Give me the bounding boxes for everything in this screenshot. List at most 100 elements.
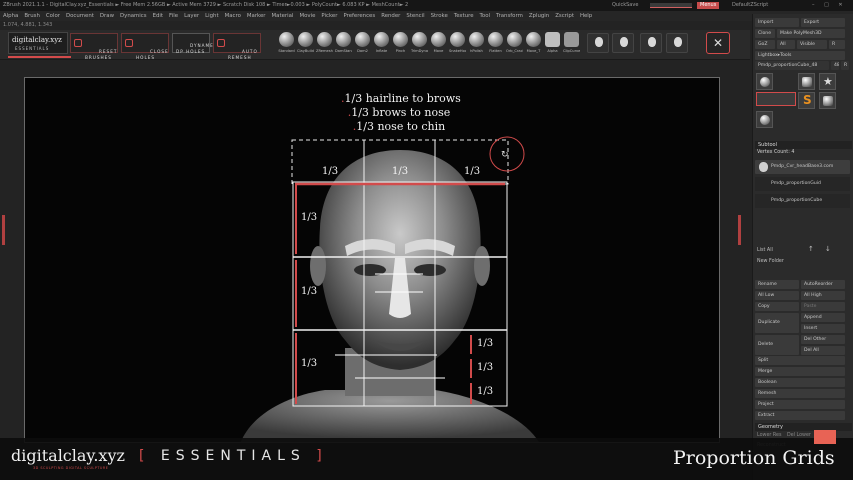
- brush-standard[interactable]: Standard: [278, 32, 295, 53]
- window-controls[interactable]: – □ ✕: [812, 0, 847, 11]
- goz-button[interactable]: GoZ: [755, 40, 775, 49]
- subtool-item-proportioncube[interactable]: Pmdp_proportionCube: [755, 194, 850, 208]
- menu-file[interactable]: File: [166, 11, 181, 21]
- visible-button[interactable]: Visible: [797, 40, 827, 49]
- r-button[interactable]: R: [829, 40, 845, 49]
- head-tool-button-1[interactable]: [587, 33, 609, 53]
- menu-render[interactable]: Render: [378, 11, 403, 21]
- brush-pinch[interactable]: Pinch: [392, 32, 409, 53]
- head-tool-button-2[interactable]: [612, 33, 634, 53]
- menu-tool[interactable]: Tool: [477, 11, 493, 21]
- extract-button[interactable]: Extract: [755, 411, 845, 420]
- menu-stroke[interactable]: Stroke: [428, 11, 451, 21]
- new-folder-button[interactable]: New Folder: [757, 259, 784, 264]
- right-tray-tab[interactable]: [738, 215, 741, 245]
- menu-document[interactable]: Document: [63, 11, 97, 21]
- duplicate-button[interactable]: Duplicate: [755, 313, 799, 333]
- tool-thumb-gauge[interactable]: [756, 111, 773, 128]
- brush-inflate[interactable]: Inflate: [373, 32, 390, 53]
- brush-claybuildup[interactable]: ClayBuildup: [297, 32, 314, 53]
- autoreorder-button[interactable]: AutoReorder: [801, 280, 845, 289]
- see-through-slider[interactable]: [650, 3, 692, 8]
- brush-alpha[interactable]: Alpha: [544, 32, 561, 53]
- rename-button[interactable]: Rename: [755, 280, 799, 289]
- menu-alpha[interactable]: Alpha: [0, 11, 21, 21]
- subtool-header[interactable]: Subtool: [755, 141, 852, 149]
- geometry-header[interactable]: Geometry: [755, 423, 852, 431]
- default-zscript-button[interactable]: DefaultZScript: [732, 0, 768, 11]
- quicksave-button[interactable]: QuickSave: [612, 0, 638, 11]
- brush-flatten[interactable]: Flatten: [487, 32, 504, 53]
- brush-trimdynamic[interactable]: TrimDynamic: [411, 32, 428, 53]
- lightbox-tools-button[interactable]: Lightbox▸Tools: [755, 51, 845, 60]
- append-button[interactable]: Append: [801, 313, 845, 322]
- menu-layer[interactable]: Layer: [181, 11, 202, 21]
- merge-button[interactable]: Merge: [755, 367, 845, 376]
- menu-help[interactable]: Help: [577, 11, 595, 21]
- head-tool-button-3[interactable]: [640, 33, 662, 53]
- tool-thumb-simplebrush[interactable]: S: [798, 92, 815, 109]
- split-button[interactable]: Split: [755, 356, 845, 365]
- brush-move-t[interactable]: Move_T: [525, 32, 542, 53]
- brush-damstandard[interactable]: DamStandard: [335, 32, 352, 53]
- left-tray-tab[interactable]: [2, 215, 5, 245]
- menu-draw[interactable]: Draw: [97, 11, 117, 21]
- import-button[interactable]: Import: [755, 18, 799, 27]
- brush-zremesherguides[interactable]: ZRemesherGuides: [316, 32, 333, 53]
- brush-clipcurve[interactable]: ClipCurve: [563, 32, 580, 53]
- tool-thumb-selected[interactable]: [756, 92, 796, 106]
- tool-thumb-star[interactable]: ★: [819, 73, 836, 90]
- clone-button[interactable]: Clone: [755, 29, 775, 38]
- menu-edit[interactable]: Edit: [150, 11, 166, 21]
- export-button[interactable]: Export: [801, 18, 845, 27]
- menu-texture[interactable]: Texture: [451, 11, 477, 21]
- project-button[interactable]: Project: [755, 400, 845, 409]
- reset-brushes-button[interactable]: RESET BRUSHES: [70, 33, 118, 60]
- all-button[interactable]: All: [777, 40, 795, 49]
- menu-brush[interactable]: Brush: [21, 11, 43, 21]
- make-polymesh-button[interactable]: Make PolyMesh3D: [777, 29, 845, 38]
- menu-zscript[interactable]: Zscript: [552, 11, 577, 21]
- all-high-button[interactable]: All High: [801, 291, 845, 300]
- menu-preferences[interactable]: Preferences: [340, 11, 378, 21]
- menu-color[interactable]: Color: [43, 11, 63, 21]
- copy-button[interactable]: Copy: [755, 302, 799, 311]
- all-low-button[interactable]: All Low: [755, 291, 799, 300]
- tool-thumb-polymesh3d[interactable]: [798, 73, 815, 90]
- menu-material[interactable]: Material: [269, 11, 297, 21]
- auto-remesh-button[interactable]: AUTO REMESH: [213, 33, 261, 60]
- menu-macro[interactable]: Macro: [222, 11, 244, 21]
- rotate-icon[interactable]: ↻: [501, 150, 509, 160]
- close-holes-button[interactable]: CLOSE HOLES: [121, 33, 169, 60]
- menu-stencil[interactable]: Stencil: [403, 11, 427, 21]
- menu-marker[interactable]: Marker: [244, 11, 269, 21]
- del-all-button[interactable]: Del All: [801, 346, 845, 355]
- subtool-item-proportionguid[interactable]: Pmdp_proportionGuid: [755, 177, 850, 191]
- paste-button[interactable]: Paste: [801, 302, 845, 311]
- brush-snakehook[interactable]: SnakeHook: [449, 32, 466, 53]
- menu-light[interactable]: Light: [202, 11, 221, 21]
- head-tool-button-4[interactable]: [666, 33, 688, 53]
- brush-dam2[interactable]: Dam2: [354, 32, 371, 53]
- menu-dynamics[interactable]: Dynamics: [117, 11, 150, 21]
- canvas-viewport[interactable]: ↻ 1/3 hairline to brows 1/3 brows to nos…: [24, 77, 720, 443]
- menu-transform[interactable]: Transform: [493, 11, 526, 21]
- current-tool-slider[interactable]: Pmdp_proportionCube_48: [755, 61, 829, 70]
- delete-button[interactable]: Delete: [755, 335, 799, 355]
- tool-thumb-cylinder[interactable]: [819, 92, 836, 109]
- del-other-button[interactable]: Del Other: [801, 335, 845, 344]
- menu-zplugin[interactable]: Zplugin: [526, 11, 552, 21]
- brush-hpolish[interactable]: hPolish: [468, 32, 485, 53]
- insert-button[interactable]: Insert: [801, 324, 845, 333]
- dynamesh-dp-holes-button[interactable]: DYNAMESH DP HOLES: [172, 33, 221, 54]
- brush-move[interactable]: Move: [430, 32, 447, 53]
- menu-movie[interactable]: Movie: [296, 11, 318, 21]
- tool-thumb-proportioncube[interactable]: [756, 73, 773, 90]
- list-all-button[interactable]: List All: [757, 248, 773, 253]
- close-tool-button[interactable]: ✕: [706, 32, 730, 54]
- subtool-item-headbase[interactable]: Pmdp_Cvr_headBase3.com: [755, 160, 850, 174]
- remesh-button[interactable]: Remesh: [755, 389, 845, 398]
- menus-button[interactable]: Menus: [697, 2, 720, 9]
- boolean-button[interactable]: Boolean: [755, 378, 845, 387]
- menu-picker[interactable]: Picker: [318, 11, 340, 21]
